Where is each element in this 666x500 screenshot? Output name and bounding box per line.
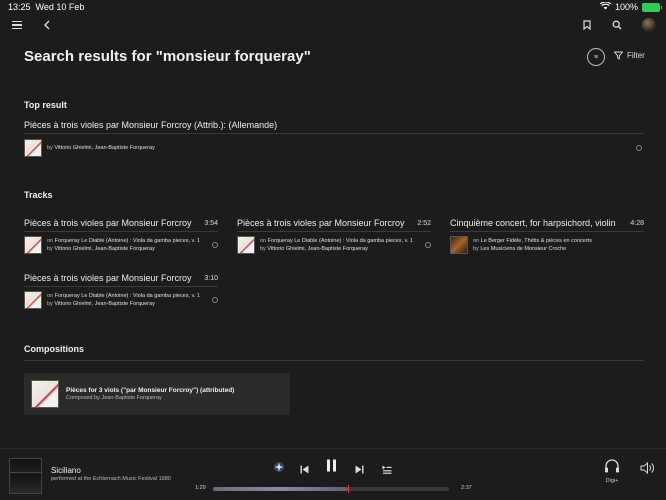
menu-icon[interactable]	[11, 18, 23, 32]
track-artists[interactable]: Vittorio Ghielmi, Jean-Baptiste Forquera…	[267, 246, 367, 252]
by-label: by	[47, 246, 53, 252]
track-meta: on Le Berger Fidèle, Thétis & pièces en …	[473, 237, 592, 253]
track-item[interactable]: Pièces à trois violes par Monsieur Forcr…	[237, 218, 431, 254]
compositions-heading: Compositions	[24, 344, 84, 354]
top-result-title[interactable]: Pièces à trois violes par Monsieur Forcr…	[24, 120, 624, 130]
track-duration: 3:10	[204, 274, 218, 282]
top-result-row[interactable]: by Vittorio Ghielmi, Jean-Baptiste Forqu…	[24, 138, 644, 158]
history-icon	[212, 297, 218, 303]
by-label: by	[473, 246, 479, 252]
previous-icon[interactable]	[300, 461, 309, 479]
status-indicators: 100%	[599, 1, 662, 12]
filter-icon	[614, 51, 623, 60]
elapsed-time: 1:29	[195, 485, 206, 491]
compositions-divider	[24, 360, 644, 361]
top-result-divider	[24, 133, 644, 134]
track-title: Cinquième concert, for harpsichord, viol…	[450, 218, 616, 228]
track-artists[interactable]: Vittorio Ghielmi, Jean-Baptiste Forquera…	[54, 246, 154, 252]
track-duration: 3:54	[204, 219, 218, 227]
album-cover	[24, 236, 42, 254]
track-meta: on Forqueray Le Diable (Antoine) : Viola…	[260, 237, 413, 253]
track-item[interactable]: Pièces à trois violes par Monsieur Forcr…	[24, 218, 218, 254]
track-album[interactable]: Forqueray Le Diable (Antoine) : Viola da…	[268, 238, 413, 244]
filter-label: Filter	[627, 51, 645, 60]
page-title: Search results for "monsieur forqueray"	[24, 48, 311, 65]
next-icon[interactable]	[355, 461, 364, 479]
output-device-label: Digi+	[605, 478, 619, 484]
composition-card[interactable]: Pièces for 3 viols ("par Monsieur Forcro…	[24, 373, 290, 415]
top-result-meta: by Vittorio Ghielmi, Jean-Baptiste Forqu…	[47, 144, 155, 152]
track-item[interactable]: Pièces à trois violes par Monsieur Forcr…	[24, 273, 218, 309]
on-label: on	[47, 238, 54, 244]
album-cover	[237, 236, 255, 254]
status-time-date: 13:25 Wed 10 Feb	[8, 2, 84, 12]
avatar[interactable]	[642, 18, 656, 32]
track-divider	[24, 286, 218, 287]
album-cover	[24, 291, 42, 309]
track-artists[interactable]: Vittorio Ghielmi, Jean-Baptiste Forquera…	[54, 301, 154, 307]
composition-composer: Composed by Jean-Baptiste Forqueray	[66, 394, 162, 401]
track-album[interactable]: Forqueray Le Diable (Antoine) : Viola da…	[55, 238, 200, 244]
battery-percent: 100%	[614, 2, 638, 12]
track-divider	[24, 231, 218, 232]
history-icon	[636, 145, 642, 151]
track-item[interactable]: Cinquième concert, for harpsichord, viol…	[450, 218, 644, 254]
album-cover	[24, 139, 42, 157]
battery-icon	[642, 2, 662, 12]
queue-icon[interactable]	[382, 461, 392, 479]
composition-title: Pièces for 3 viols ("par Monsieur Forcro…	[66, 386, 235, 394]
view-toggle-button[interactable]: ≡	[587, 48, 605, 66]
status-time: 13:25	[8, 2, 31, 12]
progress-bar[interactable]	[213, 485, 449, 493]
radio-star-icon[interactable]	[273, 460, 285, 472]
track-divider	[237, 231, 431, 232]
on-label: on	[260, 238, 267, 244]
by-label: by	[47, 301, 53, 307]
pause-icon[interactable]	[326, 459, 337, 477]
status-date: Wed 10 Feb	[35, 2, 85, 12]
track-album[interactable]: Forqueray Le Diable (Antoine) : Viola da…	[55, 293, 200, 299]
track-title: Pièces à trois violes par Monsieur Forcr…	[24, 218, 192, 228]
total-time: 2:37	[461, 485, 472, 491]
volume-icon[interactable]	[640, 461, 655, 479]
track-meta: on Forqueray Le Diable (Antoine) : Viola…	[47, 237, 200, 253]
top-result-heading: Top result	[24, 100, 67, 110]
by-label: by	[47, 145, 53, 151]
track-divider	[450, 231, 644, 232]
track-title: Pièces à trois violes par Monsieur Forcr…	[24, 273, 192, 283]
track-duration: 2:52	[417, 219, 431, 227]
album-cover	[450, 236, 468, 254]
on-label: on	[47, 293, 54, 299]
search-icon[interactable]	[610, 17, 624, 33]
top-result-artists[interactable]: Vittorio Ghielmi, Jean-Baptiste Forquera…	[54, 145, 154, 151]
output-device-button[interactable]: Digi+	[603, 459, 621, 485]
track-duration: 4:28	[630, 219, 644, 227]
now-playing-subtitle: performed at the Echternach Music Festiv…	[51, 476, 171, 482]
track-title: Pièces à trois violes par Monsieur Forcr…	[237, 218, 405, 228]
now-playing-title[interactable]: Siciliano	[51, 466, 81, 475]
history-icon	[425, 242, 431, 248]
headphones-icon	[605, 459, 619, 473]
by-label: by	[260, 246, 266, 252]
progress-marker[interactable]	[347, 485, 350, 493]
now-playing-cover[interactable]	[9, 458, 42, 494]
tracks-heading: Tracks	[24, 190, 53, 200]
progress-fill	[213, 487, 348, 491]
track-album[interactable]: Le Berger Fidèle, Thétis & pièces en con…	[481, 238, 592, 244]
track-artists[interactable]: Les Musiciens de Monsieur Croche	[480, 246, 566, 252]
list-view-icon: ≡	[593, 53, 599, 61]
track-meta: on Forqueray Le Diable (Antoine) : Viola…	[47, 292, 200, 308]
bookmark-icon[interactable]	[580, 17, 594, 33]
back-icon[interactable]	[40, 17, 54, 33]
on-label: on	[473, 238, 480, 244]
wifi-icon	[599, 1, 612, 12]
composition-cover	[31, 380, 59, 408]
filter-button[interactable]: Filter	[614, 51, 645, 60]
history-icon	[212, 242, 218, 248]
